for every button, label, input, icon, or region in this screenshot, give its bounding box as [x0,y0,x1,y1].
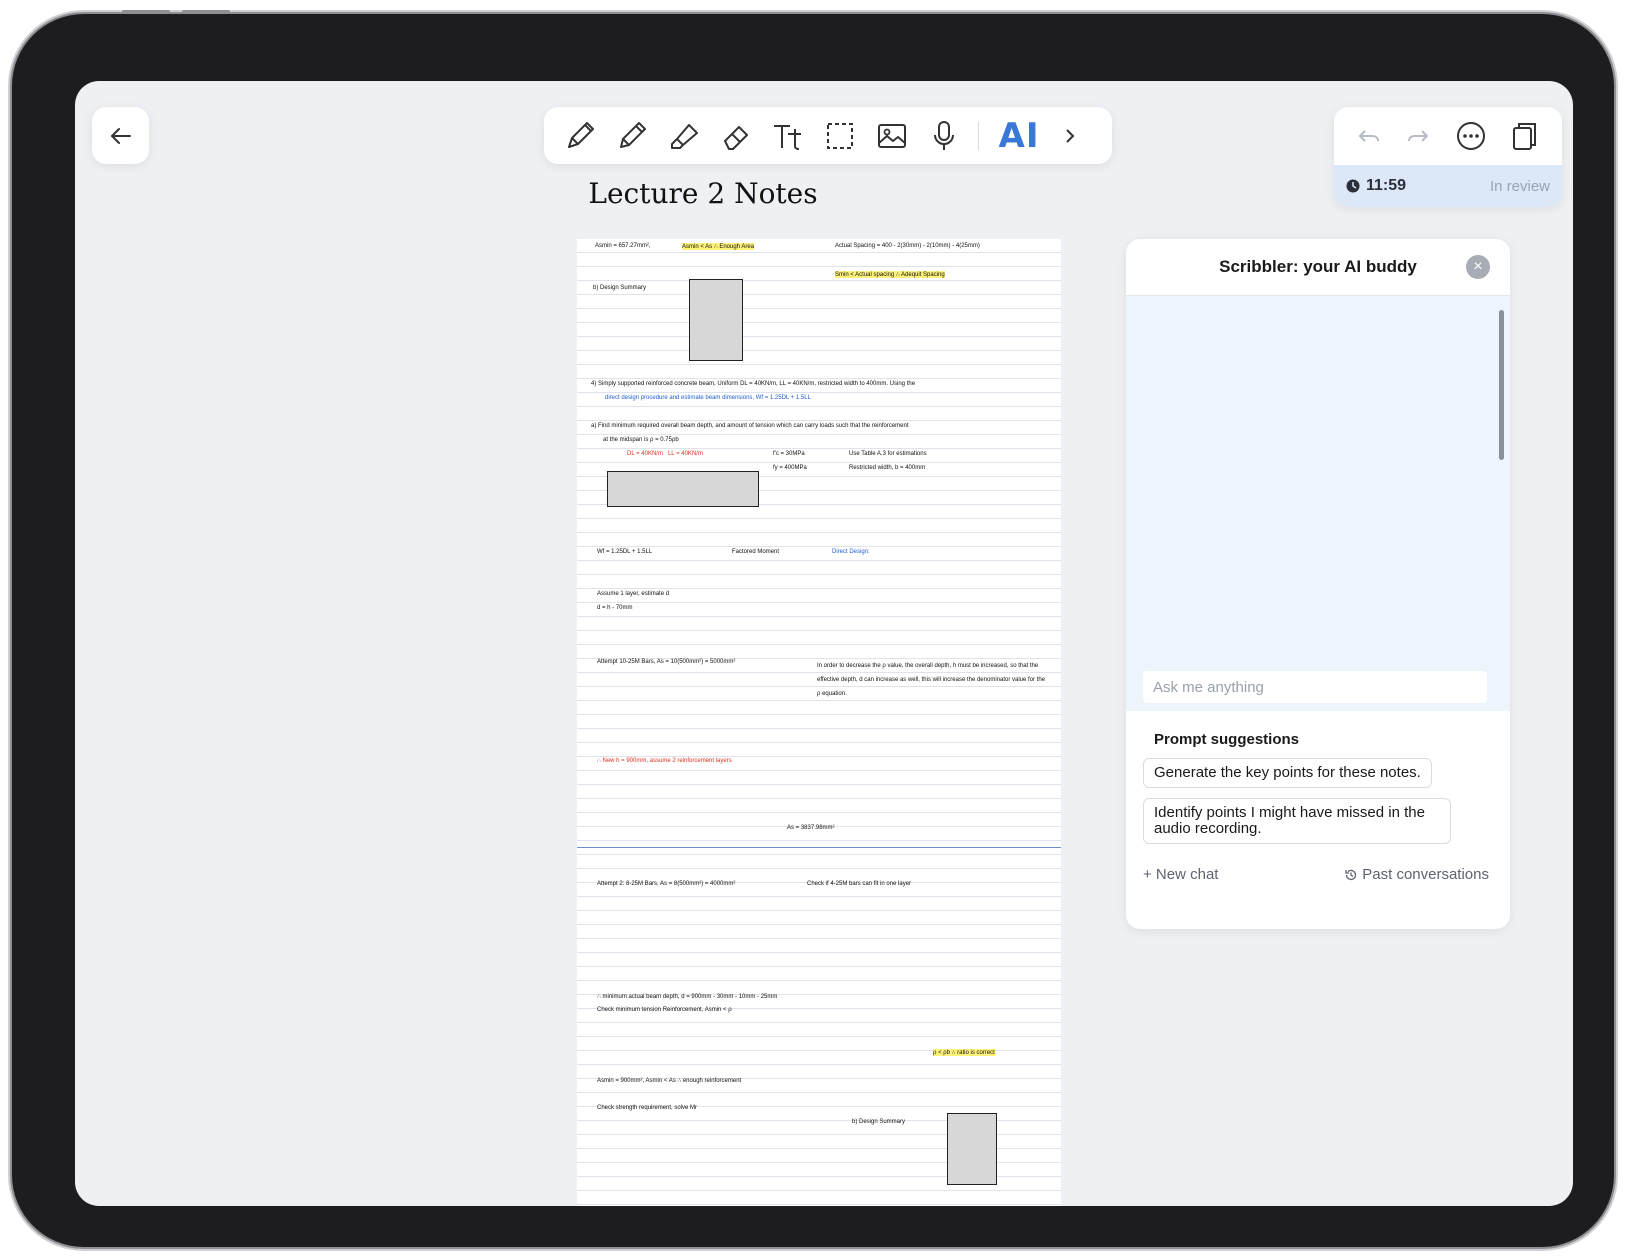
note-line: Check minimum tension Reinforcement, Asm… [597,1007,732,1013]
note-line: a) Find minimum required overall beam de… [591,423,909,429]
timer-text: 11:59 [1366,177,1407,194]
suggestion-chip[interactable]: Identify points I might have missed in t… [1143,798,1451,844]
back-button[interactable] [92,107,149,164]
note-line: direct design procedure and estimate bea… [605,395,811,401]
notes-page[interactable]: Asmin = 657.27mm², Asmin < As ∴ Enough A… [577,239,1061,1206]
top-button-2 [182,10,230,14]
prompt-suggestions: Prompt suggestions Generate the key poin… [1126,731,1510,854]
past-conversations-label: Past conversations [1362,866,1489,883]
microphone-icon [934,120,954,150]
highlighter-icon [671,123,698,149]
pen-icon [568,121,594,148]
top-button-1 [122,10,170,14]
eraser-icon [724,125,748,150]
note-line: at the midspan is ρ = 0.75ρb [603,437,679,443]
note-line: d = h - 70mm [597,605,633,611]
beam-elevation-sketch [607,471,759,507]
note-line: b) Design Summary [593,285,647,291]
beam-section-sketch [689,279,743,361]
ask-input[interactable]: Ask me anything [1143,671,1487,703]
note-highlight: Smin < Actual spacing ∴ Adequit Spacing [835,271,945,278]
toolbar-more-button[interactable] [1055,114,1085,158]
review-status: In review [1489,177,1550,195]
suggestion-chip[interactable]: Generate the key points for these notes. [1143,758,1432,788]
note-line: Attempt 2: 8-25M Bars, As = 8(500mm²) = … [597,881,736,887]
pencil-tool-button[interactable] [610,114,654,158]
history-icon [1345,869,1357,880]
load-label: DL = 40KN/m LL = 40KN/m [627,451,703,457]
ai-label: AI [998,115,1040,156]
page-title: Lecture 2 Notes [588,177,818,210]
note-line: Asmin = 900mm², Asmin < As ∴ enough rein… [597,1078,742,1084]
image-tool-button[interactable] [870,114,914,158]
session-status-bar: 11:59 In review [1334,165,1562,207]
past-conversations-button[interactable]: Past conversations [1344,866,1489,883]
document-actions-panel: 11:59 In review [1334,107,1562,207]
note-line: f'c = 30MPa [773,451,805,457]
note-line: fy = 400MPa [773,465,807,471]
beam-section-sketch-2 [947,1113,997,1185]
note-line: Factored Moment [732,549,780,555]
note-line: ∴ New h = 900mm, assume 2 reinforcement … [597,758,732,764]
ai-tool-button[interactable]: AI [991,114,1047,158]
note-line: Wf = 1.25DL + 1.5LL [597,549,653,555]
app-screen: AI 11:59 In review Lecture 2 Notes Asmin… [75,81,1573,1206]
note-line: 4) Simply supported reinforced concrete … [591,381,916,387]
more-options-icon[interactable] [1455,120,1487,152]
note-paragraph: In order to decrease the ρ value, the ov… [817,663,1046,697]
note-line: Assume 1 layer, estimate d [597,591,670,597]
undo-icon[interactable] [1356,123,1382,149]
note-line: Use Table A.3 for estimations [849,451,927,457]
lasso-select-button[interactable] [818,114,862,158]
pen-tool-button[interactable] [558,114,602,158]
note-line: Actual Spacing = 400 - 2(30mm) - 2(10mm)… [835,243,980,249]
note-line: Check if 4-25M bars can fit in one layer [807,881,912,887]
pencil-icon [620,121,646,148]
note-line: Asmin = 657.27mm², [595,243,651,249]
note-line: Restricted width, b = 400mm [849,465,926,471]
lasso-select-icon [827,122,853,149]
note-highlight: Asmin < As ∴ Enough Area [682,243,755,250]
text-icon [774,124,801,150]
clock-icon [1346,179,1360,193]
note-line: Check strength requirement, solve Mr [597,1105,698,1111]
highlighter-tool-button[interactable] [662,114,706,158]
chat-area[interactable]: Ask me anything [1126,296,1510,711]
new-chat-button[interactable]: + New chat [1143,866,1218,883]
note-line: b) Design Summary [852,1119,906,1125]
note-line: Direct Design: [832,549,870,555]
note-highlight: ρ < ρb ∴ ratio is correct [933,1049,995,1056]
chevron-right-icon [1066,128,1075,143]
ai-assistant-panel: Scribbler: your AI buddy × Ask me anythi… [1126,239,1510,929]
drawing-toolbar: AI [544,107,1112,164]
toolbar-divider [978,121,979,150]
suggestions-title: Prompt suggestions [1154,731,1300,748]
note-line: ∴ minimum actual beam depth, d = 900mm -… [597,994,778,1000]
microphone-tool-button[interactable] [922,114,966,158]
close-icon[interactable]: × [1466,255,1490,279]
text-tool-button[interactable] [766,114,810,158]
tablet-frame: AI 11:59 In review Lecture 2 Notes Asmin… [12,10,1614,1247]
redo-icon[interactable] [1405,123,1431,149]
eraser-tool-button[interactable] [714,114,758,158]
page-break [577,847,1061,848]
note-line: As = 3837.98mm² [787,825,835,831]
note-line: Attempt 10-25M Bars, As = 10(500mm²) = 5… [597,659,736,665]
arrow-left-icon [110,127,131,144]
chat-scrollbar[interactable] [1499,310,1504,460]
image-icon [878,123,906,148]
ai-panel-title: Scribbler: your AI buddy [1219,257,1417,276]
pages-icon[interactable] [1510,120,1540,152]
